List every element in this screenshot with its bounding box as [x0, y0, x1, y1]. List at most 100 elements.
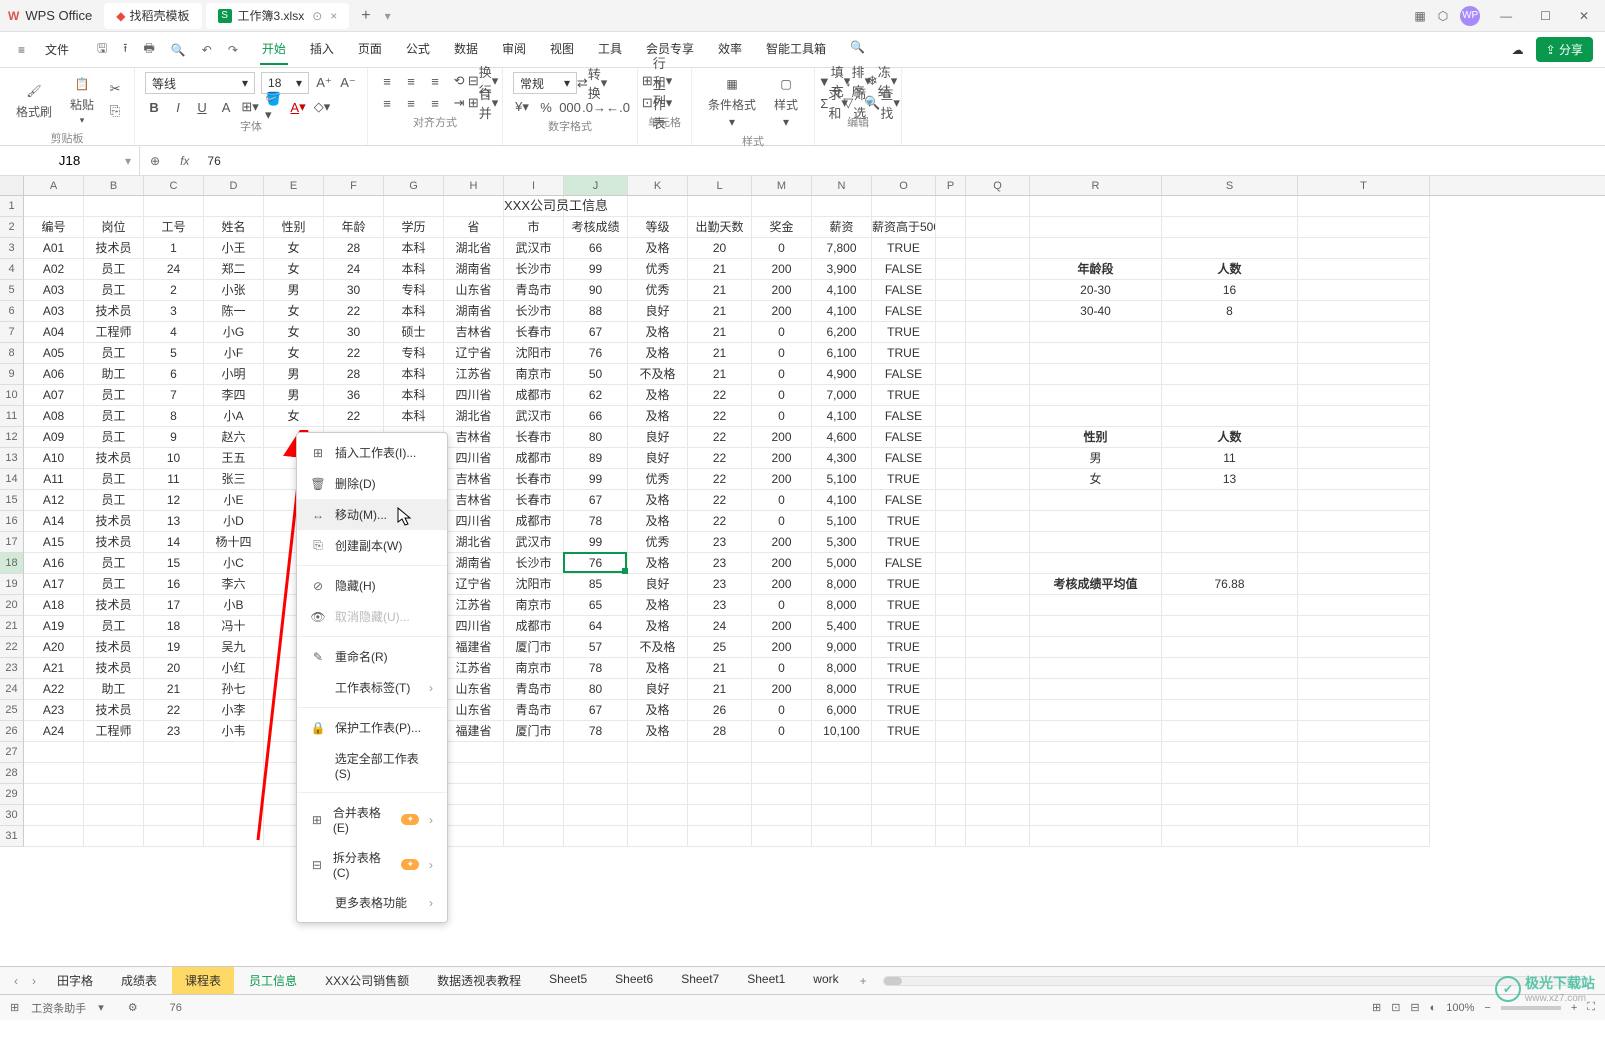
cell[interactable]: 99 [564, 259, 628, 280]
cell[interactable]: 14 [144, 532, 204, 553]
cell[interactable]: 16 [1162, 280, 1298, 301]
cell[interactable]: 沈阳市 [504, 343, 564, 364]
cell[interactable]: 21 [688, 658, 752, 679]
cell[interactable]: 25 [688, 637, 752, 658]
cell[interactable]: 22 [688, 511, 752, 532]
cell[interactable] [1162, 595, 1298, 616]
cell[interactable] [1162, 721, 1298, 742]
cell[interactable] [936, 427, 966, 448]
cell[interactable]: 员工 [84, 427, 144, 448]
grid-icon[interactable]: ▦ [1414, 9, 1425, 23]
cell[interactable]: 女 [264, 406, 324, 427]
cell[interactable]: 杨十四 [204, 532, 264, 553]
cell[interactable]: 8 [144, 406, 204, 427]
cell[interactable]: 湖北省 [444, 238, 504, 259]
cell[interactable]: 200 [752, 616, 812, 637]
cell[interactable] [1298, 784, 1430, 805]
cell[interactable]: 女 [1030, 469, 1162, 490]
cell[interactable]: 及格 [628, 511, 688, 532]
cell[interactable] [936, 301, 966, 322]
cell[interactable]: 24 [324, 259, 384, 280]
cell[interactable] [966, 637, 1030, 658]
cell[interactable]: 4,300 [812, 448, 872, 469]
cell[interactable] [966, 217, 1030, 238]
cell[interactable]: 15 [144, 553, 204, 574]
ctx-hide-sheet[interactable]: ⊘隐藏(H) [297, 570, 447, 601]
row-header[interactable]: 14 [0, 469, 24, 490]
cell[interactable]: 本科 [384, 406, 444, 427]
cell[interactable] [1162, 532, 1298, 553]
cell[interactable] [1298, 511, 1430, 532]
col-header-J[interactable]: J [564, 176, 628, 195]
cell[interactable]: 郑二 [204, 259, 264, 280]
cell[interactable]: 张三 [204, 469, 264, 490]
cell[interactable] [966, 448, 1030, 469]
cell[interactable]: 青岛市 [504, 700, 564, 721]
cell[interactable]: 李四 [204, 385, 264, 406]
cell[interactable]: 20 [144, 658, 204, 679]
cell[interactable]: 江苏省 [444, 364, 504, 385]
cell[interactable]: 22 [688, 490, 752, 511]
cell[interactable]: 6 [144, 364, 204, 385]
cell[interactable]: 1 [144, 238, 204, 259]
helper-icon[interactable]: ⊞ [10, 1001, 19, 1014]
cell[interactable] [1030, 238, 1162, 259]
cell[interactable]: 24 [144, 259, 204, 280]
cell[interactable]: FALSE [872, 406, 936, 427]
cell[interactable]: A04 [24, 322, 84, 343]
cell[interactable]: 青岛市 [504, 679, 564, 700]
cell[interactable] [628, 742, 688, 763]
cell[interactable] [1298, 343, 1430, 364]
row-header[interactable]: 5 [0, 280, 24, 301]
cell[interactable]: 65 [564, 595, 628, 616]
cell[interactable] [504, 805, 564, 826]
paste-button[interactable]: 📋粘贴▾ [64, 72, 100, 128]
sheet-tab[interactable]: 员工信息 [236, 967, 310, 994]
cell[interactable]: 64 [564, 616, 628, 637]
cell[interactable] [966, 658, 1030, 679]
cell[interactable] [1030, 742, 1162, 763]
orientation-icon[interactable]: ⟲ [450, 72, 468, 90]
tab-data[interactable]: 数据 [452, 34, 480, 65]
cell[interactable] [966, 259, 1030, 280]
fx-icon[interactable]: fx [170, 154, 199, 168]
cell[interactable]: 出勤天数 [688, 217, 752, 238]
search-icon[interactable]: 🔍 [848, 34, 867, 65]
sheet-tab[interactable]: 数据透视表教程 [424, 967, 534, 994]
cell[interactable]: 王五 [204, 448, 264, 469]
cell[interactable]: 等级 [628, 217, 688, 238]
cell[interactable]: 赵六 [204, 427, 264, 448]
zoom-fx-icon[interactable]: ⊕ [140, 154, 170, 168]
cell[interactable]: 本科 [384, 385, 444, 406]
col-header-M[interactable]: M [752, 176, 812, 195]
cell[interactable]: 28 [324, 364, 384, 385]
cell[interactable] [966, 553, 1030, 574]
cell[interactable] [24, 784, 84, 805]
cell[interactable]: 21 [688, 322, 752, 343]
cell[interactable]: 员工 [84, 469, 144, 490]
ctx-split-tables[interactable]: ⊟拆分表格(C)✦› [297, 842, 447, 887]
cell[interactable]: 小C [204, 553, 264, 574]
cell[interactable]: XXX公司员工信息 [504, 196, 564, 217]
cell[interactable] [872, 742, 936, 763]
cell[interactable]: 本科 [384, 364, 444, 385]
cell[interactable] [204, 196, 264, 217]
cell[interactable]: 四川省 [444, 511, 504, 532]
cell[interactable]: FALSE [872, 259, 936, 280]
cell[interactable]: 不及格 [628, 637, 688, 658]
cell[interactable] [688, 742, 752, 763]
cell[interactable] [1162, 637, 1298, 658]
cell[interactable] [204, 784, 264, 805]
cell[interactable]: 小F [204, 343, 264, 364]
cell[interactable] [966, 784, 1030, 805]
cell[interactable] [752, 805, 812, 826]
cell[interactable]: 薪资 [812, 217, 872, 238]
cell[interactable] [1298, 742, 1430, 763]
cell[interactable]: 南京市 [504, 658, 564, 679]
border-icon[interactable]: ⊞▾ [241, 98, 259, 116]
cell[interactable]: 4,100 [812, 406, 872, 427]
zoom-value[interactable]: 100% [1446, 1002, 1474, 1014]
cell[interactable] [144, 784, 204, 805]
cell[interactable] [84, 826, 144, 847]
cloud-icon[interactable]: ☁ [1512, 43, 1524, 57]
